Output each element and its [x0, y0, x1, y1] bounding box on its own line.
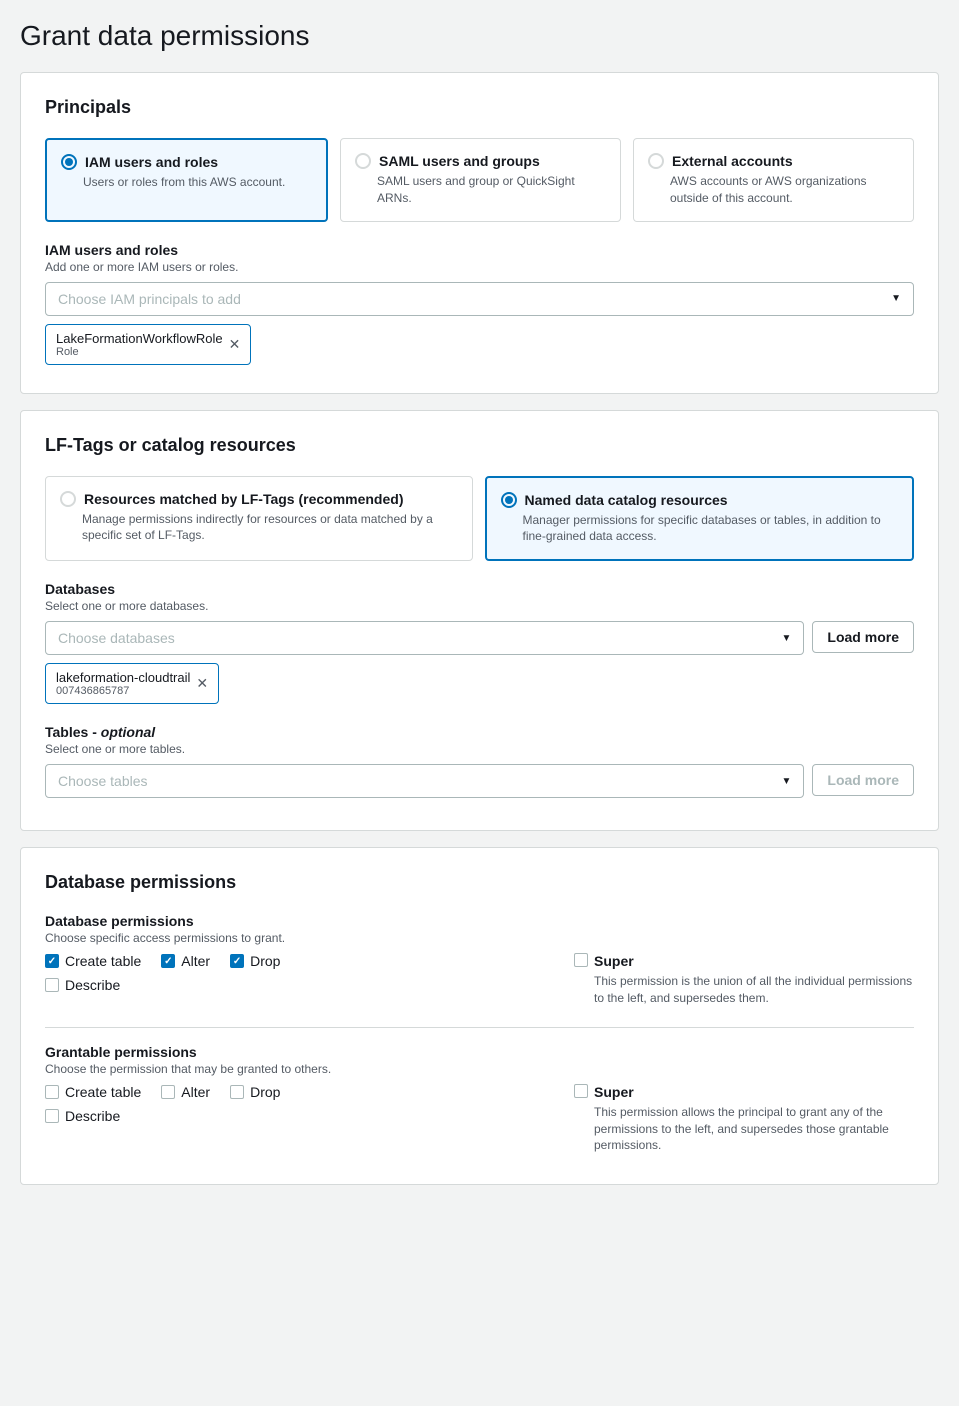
grantable-drop[interactable]: Drop	[230, 1084, 280, 1100]
db-perms-label: Database permissions	[45, 913, 914, 929]
grantable-describe-checkbox[interactable]	[45, 1109, 59, 1123]
describe-label: Describe	[65, 977, 120, 993]
grantable-drop-label: Drop	[250, 1084, 280, 1100]
tables-label: Tables - optional	[45, 724, 914, 740]
chevron-down-icon: ▼	[782, 776, 792, 787]
databases-label: Databases	[45, 581, 914, 597]
remove-db-button[interactable]: ✕	[196, 675, 208, 692]
tables-select[interactable]: Choose tables ▼	[45, 764, 804, 798]
grantable-alter-label: Alter	[181, 1084, 210, 1100]
selected-db-tag: lakeformation-cloudtrail 007436865787 ✕	[45, 663, 219, 704]
alter-checkbox[interactable]	[161, 954, 175, 968]
databases-select[interactable]: Choose databases ▼	[45, 621, 804, 655]
external-radio-icon	[648, 153, 664, 169]
chevron-down-icon: ▼	[782, 633, 792, 644]
iam-desc: Users or roles from this AWS account.	[83, 174, 312, 191]
db-name: lakeformation-cloudtrail	[56, 670, 190, 685]
role-type: Role	[56, 346, 223, 358]
resource-type-group: Resources matched by LF-Tags (recommende…	[45, 476, 914, 562]
lf-tags-title: LF-Tags or catalog resources	[45, 435, 914, 456]
grantable-create-table[interactable]: Create table	[45, 1084, 141, 1100]
external-desc: AWS accounts or AWS organizations outsid…	[670, 173, 899, 207]
page-title: Grant data permissions	[20, 20, 939, 52]
db-perms-sublabel: Choose specific access permissions to gr…	[45, 931, 914, 945]
tables-load-more-button[interactable]: Load more	[812, 764, 914, 796]
lf-tags-card[interactable]: Resources matched by LF-Tags (recommende…	[45, 476, 473, 562]
lf-tags-option-desc: Manage permissions indirectly for resour…	[82, 511, 458, 545]
iam-principal-select[interactable]: Choose IAM principals to add ▼	[45, 282, 914, 316]
super-desc: This permission is the union of all the …	[594, 973, 914, 1007]
grantable-label: Grantable permissions	[45, 1044, 914, 1060]
named-option-label: Named data catalog resources	[525, 492, 728, 508]
lf-tags-radio-icon	[60, 491, 76, 507]
tables-sublabel: Select one or more tables.	[45, 742, 914, 756]
section-divider	[45, 1027, 914, 1028]
grantable-perms-group: Grantable permissions Choose the permiss…	[45, 1044, 914, 1154]
grantable-create-table-label: Create table	[65, 1084, 141, 1100]
principals-title: Principals	[45, 97, 914, 118]
alter-label: Alter	[181, 953, 210, 969]
grantable-sublabel: Choose the permission that may be grante…	[45, 1062, 914, 1076]
super-label: Super	[594, 953, 914, 969]
describe-checkbox[interactable]	[45, 978, 59, 992]
principal-type-group: IAM users and roles Users or roles from …	[45, 138, 914, 222]
create-table-label: Create table	[65, 953, 141, 969]
lf-tags-section: LF-Tags or catalog resources Resources m…	[20, 410, 939, 832]
grantable-super-desc: This permission allows the principal to …	[594, 1104, 914, 1154]
saml-label: SAML users and groups	[379, 153, 540, 169]
db-permissions-section: Database permissions Database permission…	[20, 847, 939, 1185]
tables-placeholder: Choose tables	[58, 773, 148, 789]
saml-desc: SAML users and group or QuickSight ARNs.	[377, 173, 606, 207]
selected-role-tag: LakeFormationWorkflowRole Role ✕	[45, 324, 251, 365]
perm-alter[interactable]: Alter	[161, 953, 210, 969]
iam-radio-icon	[61, 154, 77, 170]
principal-saml-card[interactable]: SAML users and groups SAML users and gro…	[340, 138, 621, 222]
grantable-super-label: Super	[594, 1084, 914, 1100]
named-option-desc: Manager permissions for specific databas…	[523, 512, 899, 546]
perm-drop[interactable]: Drop	[230, 953, 280, 969]
grantable-describe[interactable]: Describe	[45, 1108, 120, 1124]
iam-field-sublabel: Add one or more IAM users or roles.	[45, 260, 914, 274]
grantable-drop-checkbox[interactable]	[230, 1085, 244, 1099]
db-permissions-title: Database permissions	[45, 872, 914, 893]
named-radio-icon	[501, 492, 517, 508]
tables-field-group: Tables - optional Select one or more tab…	[45, 724, 914, 798]
iam-placeholder: Choose IAM principals to add	[58, 291, 241, 307]
create-table-checkbox[interactable]	[45, 954, 59, 968]
databases-field-group: Databases Select one or more databases. …	[45, 581, 914, 708]
databases-placeholder: Choose databases	[58, 630, 175, 646]
databases-load-more-button[interactable]: Load more	[812, 621, 914, 653]
grantable-create-table-checkbox[interactable]	[45, 1085, 59, 1099]
named-resources-card[interactable]: Named data catalog resources Manager per…	[485, 476, 915, 562]
drop-checkbox[interactable]	[230, 954, 244, 968]
principals-section: Principals IAM users and roles Users or …	[20, 72, 939, 394]
principal-external-card[interactable]: External accounts AWS accounts or AWS or…	[633, 138, 914, 222]
iam-field-label: IAM users and roles	[45, 242, 914, 258]
super-checkbox[interactable]	[574, 953, 588, 967]
grantable-describe-label: Describe	[65, 1108, 120, 1124]
databases-sublabel: Select one or more databases.	[45, 599, 914, 613]
lf-tags-option-label: Resources matched by LF-Tags (recommende…	[84, 491, 403, 507]
iam-label: IAM users and roles	[85, 154, 218, 170]
role-name: LakeFormationWorkflowRole	[56, 331, 223, 346]
db-id: 007436865787	[56, 685, 190, 697]
perm-create-table[interactable]: Create table	[45, 953, 141, 969]
iam-field-group: IAM users and roles Add one or more IAM …	[45, 242, 914, 369]
saml-radio-icon	[355, 153, 371, 169]
remove-role-button[interactable]: ✕	[229, 336, 241, 353]
perm-describe[interactable]: Describe	[45, 977, 120, 993]
grantable-super-checkbox[interactable]	[574, 1084, 588, 1098]
external-label: External accounts	[672, 153, 793, 169]
grantable-alter-checkbox[interactable]	[161, 1085, 175, 1099]
grantable-alter[interactable]: Alter	[161, 1084, 210, 1100]
drop-label: Drop	[250, 953, 280, 969]
chevron-down-icon: ▼	[891, 293, 901, 304]
principal-iam-card[interactable]: IAM users and roles Users or roles from …	[45, 138, 328, 222]
db-perms-group: Database permissions Choose specific acc…	[45, 913, 914, 1011]
